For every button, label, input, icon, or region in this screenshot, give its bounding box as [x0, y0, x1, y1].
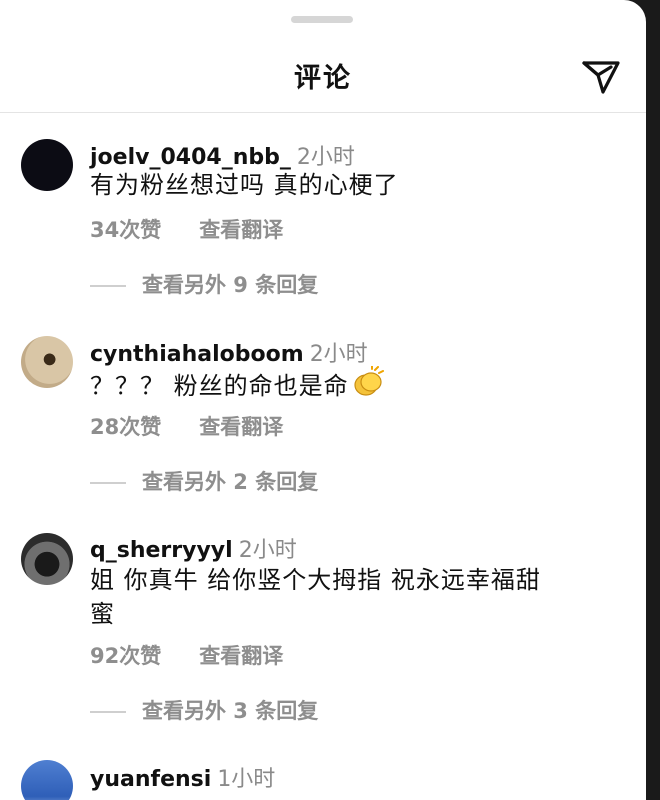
view-replies-label: 查看另外 3 条回复	[142, 699, 319, 723]
clapping-hands-icon	[351, 365, 385, 407]
send-icon[interactable]	[581, 56, 621, 96]
translate-link[interactable]: 查看翻译	[199, 415, 283, 439]
avatar[interactable]	[21, 760, 73, 800]
replies-divider-line	[90, 482, 126, 484]
likes-count[interactable]: 34次赞	[90, 218, 161, 242]
timestamp: 2小时	[296, 145, 355, 170]
comment-header: yuanfensi 1小时	[90, 761, 275, 793]
comment-text: ？？？ 粉丝的命也是命	[90, 365, 610, 407]
header-divider	[0, 112, 646, 113]
username[interactable]: cynthiahaloboom	[90, 342, 304, 367]
username[interactable]: yuanfensi	[90, 767, 211, 792]
view-replies-button[interactable]: 查看另外 2 条回复	[90, 466, 318, 496]
view-replies-label: 查看另外 2 条回复	[142, 470, 319, 494]
comment-text: 有为粉丝想过吗 真的心梗了	[90, 171, 399, 199]
view-replies-button[interactable]: 查看另外 3 条回复	[90, 695, 318, 725]
comment-text: 姐 你真牛 给你竖个大拇指 祝永远幸福甜蜜	[90, 566, 541, 628]
comment-header: q_sherryyyl 2小时	[90, 532, 297, 564]
comment-meta: 34次赞 查看翻译	[90, 214, 283, 244]
comment-meta: 28次赞 查看翻译	[90, 411, 283, 441]
timestamp: 2小时	[238, 538, 297, 563]
comment-text-body: ？？？ 粉丝的命也是命	[90, 372, 349, 400]
view-replies-label: 查看另外 9 条回复	[142, 273, 319, 297]
replies-divider-line	[90, 285, 126, 287]
replies-divider-line	[90, 711, 126, 713]
avatar[interactable]	[21, 139, 73, 191]
likes-count[interactable]: 28次赞	[90, 415, 161, 439]
translate-link[interactable]: 查看翻译	[199, 644, 283, 668]
translate-link[interactable]: 查看翻译	[199, 218, 283, 242]
drag-handle[interactable]	[291, 16, 353, 23]
page-title: 评论	[294, 63, 352, 94]
comment-meta: 92次赞 查看翻译	[90, 640, 283, 670]
comments-sheet: 评论 joelv_0404_nbb_ 2小时 有为粉丝想过吗 真的心梗了 34次赞…	[0, 0, 646, 800]
avatar[interactable]	[21, 533, 73, 585]
comment-header: joelv_0404_nbb_ 2小时	[90, 139, 355, 171]
username[interactable]: q_sherryyyl	[90, 538, 233, 563]
likes-count[interactable]: 92次赞	[90, 644, 161, 668]
avatar[interactable]	[21, 336, 73, 388]
username[interactable]: joelv_0404_nbb_	[90, 145, 291, 170]
view-replies-button[interactable]: 查看另外 9 条回复	[90, 269, 318, 299]
comment-header: cynthiahaloboom 2小时	[90, 336, 368, 368]
timestamp: 1小时	[217, 767, 276, 792]
timestamp: 2小时	[309, 342, 368, 367]
